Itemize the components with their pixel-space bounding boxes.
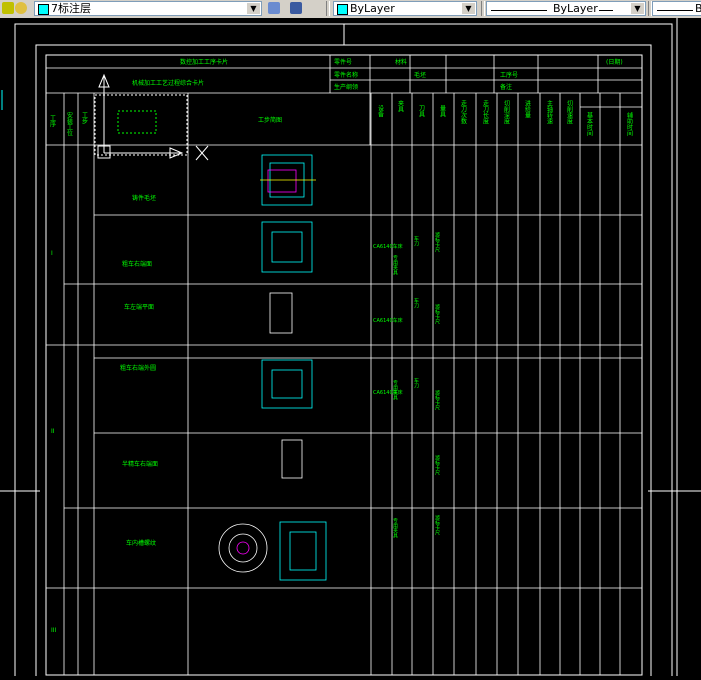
linetype-combo[interactable]: ByLayer ▼ xyxy=(486,1,646,16)
col-depth: 切削深度 xyxy=(503,100,510,125)
col-operation: 工序 xyxy=(49,115,56,128)
header-part-no: 零件号 xyxy=(334,58,352,66)
header-blank: 毛坯 xyxy=(414,71,426,79)
toolbar-separator xyxy=(481,1,485,16)
sun-freeze-icon[interactable] xyxy=(15,2,27,14)
col-tool: 刀具 xyxy=(418,105,425,118)
col-aux-time: 辅助时间 xyxy=(626,111,633,137)
lineweight-combo[interactable]: B xyxy=(652,1,701,16)
outer-frame xyxy=(14,23,673,680)
layer-manager-icon[interactable] xyxy=(290,2,302,14)
row-roman-3: III xyxy=(51,627,57,634)
layer-combo[interactable]: 7标注层 ▼ xyxy=(34,1,262,16)
col-length: 走刀长度 xyxy=(482,99,489,125)
col-equipment: 设备 xyxy=(377,104,384,118)
header-op-no: 工序号 xyxy=(500,71,518,79)
row-roman-2: II xyxy=(51,428,55,435)
layer-color-swatch xyxy=(38,4,49,15)
header-date: (日期) xyxy=(606,58,623,66)
ucs-icon xyxy=(94,73,209,161)
row-equipment-text: CA6140车床 CA6140车床 CA6140车床 专用夹具 专用夹具 专用夹… xyxy=(373,231,440,539)
col-speed: 主轴转速 xyxy=(546,99,553,125)
make-layer-current-icon[interactable] xyxy=(268,2,280,14)
step-5: 半精车右端面 xyxy=(122,460,158,468)
step-names: 铸件毛坯 粗车右端面 车左端平面 粗车右端外圆 半精车右端面 车内槽螺纹 xyxy=(120,194,158,547)
machine-label: CA6140车床 xyxy=(373,243,403,250)
color-combo-text: ByLayer xyxy=(350,2,395,15)
gauge-label: 游标卡尺 xyxy=(434,454,440,476)
cad-drawing: 数控加工工序卡片 机械加工工艺过程综合卡片 零件号 材料 零件名称 毛坯 生产纲… xyxy=(0,18,701,680)
gauge-label: 游标卡尺 xyxy=(434,303,440,325)
lineweight-combo-text: B xyxy=(695,2,701,15)
chevron-down-icon[interactable]: ▼ xyxy=(462,3,475,14)
fixture-label: 专用夹具 xyxy=(392,517,398,539)
col-install: 安装工位 xyxy=(66,111,73,136)
header-remark: 备注 xyxy=(500,83,512,91)
fixture-label: 专用夹具 xyxy=(392,254,398,276)
color-swatch xyxy=(337,4,348,15)
header-production: 生产纲领 xyxy=(334,83,358,91)
step-6: 车内槽螺纹 xyxy=(126,539,156,547)
col-velocity: 切削速度 xyxy=(566,100,573,125)
col-feed: 进给量 xyxy=(524,99,531,119)
col-fixture: 夹具 xyxy=(397,99,404,113)
gauge-label: 游标卡尺 xyxy=(434,514,440,536)
col-gauge: 量具 xyxy=(439,105,446,118)
chevron-down-icon[interactable]: ▼ xyxy=(631,3,644,14)
lineweight-sample xyxy=(657,10,693,11)
toolbar-separator xyxy=(326,1,330,16)
part-sketches xyxy=(218,154,327,581)
col-base-time: 基本时间 xyxy=(586,111,593,137)
linetype-sample xyxy=(491,10,547,11)
col-step: 工步 xyxy=(81,112,88,125)
chevron-down-icon[interactable]: ▼ xyxy=(247,3,260,14)
step-2: 粗车右端面 xyxy=(122,260,152,268)
step-4: 粗车右端外圆 xyxy=(120,364,156,372)
layer-state-icon[interactable] xyxy=(2,2,14,14)
step-1: 铸件毛坯 xyxy=(132,194,156,202)
gauge-label: 游标卡尺 xyxy=(434,389,440,411)
header-part-name: 零件名称 xyxy=(334,71,358,79)
drawing-canvas[interactable]: 数控加工工序卡片 机械加工工艺过程综合卡片 零件号 材料 零件名称 毛坯 生产纲… xyxy=(0,18,701,680)
row-roman-1: I xyxy=(51,250,53,257)
header-material: 材料 xyxy=(395,58,407,66)
sheet-title: 数控加工工序卡片 xyxy=(180,58,228,66)
sheet-subtitle: 机械加工工艺过程综合卡片 xyxy=(132,79,204,87)
machine-label: CA6140车床 xyxy=(373,389,403,396)
linetype-sample xyxy=(599,10,613,11)
layer-combo-text: 7标注层 xyxy=(51,2,91,15)
col-sketch: 工步简图 xyxy=(258,116,282,124)
gauge-label: 游标卡尺 xyxy=(434,231,440,253)
tool-label: 车刀 xyxy=(413,297,419,309)
step-3: 车左端平面 xyxy=(124,303,154,311)
tool-label: 车刀 xyxy=(413,377,419,389)
machine-label: CA6140车床 xyxy=(373,317,403,324)
properties-toolbar: 7标注层 ▼ ByLayer ▼ ByLayer ▼ B xyxy=(0,0,701,19)
col-passes: 走刀次数 xyxy=(460,99,467,125)
color-combo[interactable]: ByLayer ▼ xyxy=(333,1,477,16)
column-headers: 工序 安装工位 工步 工步简图 设备 夹具 刀具 量具 走刀次数 走刀长度 切削… xyxy=(49,99,633,137)
tool-label: 车刀 xyxy=(413,235,419,247)
fixture-label: 专用夹具 xyxy=(392,379,398,401)
inner-frame xyxy=(35,44,652,680)
linetype-combo-text: ByLayer xyxy=(553,2,598,15)
